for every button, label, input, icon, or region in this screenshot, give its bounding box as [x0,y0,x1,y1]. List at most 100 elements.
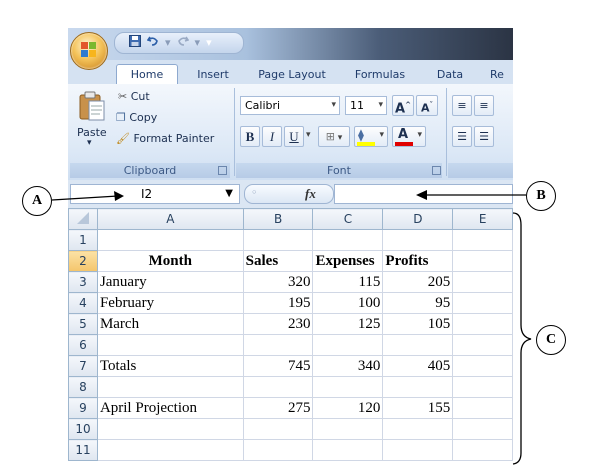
tab-insert[interactable]: Insert [188,65,238,84]
cell[interactable]: 120 [312,397,384,419]
row-header[interactable]: 9 [68,397,98,419]
underline-dropdown-icon[interactable]: ▾ [306,130,311,140]
cell-header[interactable]: Sales [242,250,314,272]
copy-button[interactable]: ❐ Copy [116,111,157,124]
cell[interactable] [312,418,384,440]
cell[interactable] [242,376,314,398]
cell[interactable]: 745 [242,355,314,377]
row-header[interactable]: 4 [68,292,98,314]
cell[interactable] [452,334,513,356]
tab-review[interactable]: Re [490,65,513,84]
row-header[interactable]: 11 [68,439,98,461]
cell[interactable] [452,418,513,440]
cell[interactable]: 105 [382,313,454,335]
tab-page-layout[interactable]: Page Layout [252,65,332,84]
fill-color-button[interactable]: ⧫ ▾ [354,126,388,147]
cell[interactable]: 195 [242,292,314,314]
tab-home[interactable]: Home [116,64,178,84]
grow-font-button[interactable]: A^ [392,95,414,116]
cell[interactable] [242,418,314,440]
undo-icon[interactable] [146,35,159,51]
cell[interactable]: April Projection [96,397,244,419]
cell[interactable] [96,439,244,461]
cell[interactable] [382,376,454,398]
cell[interactable]: March [96,313,244,335]
column-header-a[interactable]: A [96,208,244,230]
cell-header[interactable]: Expenses [312,250,384,272]
align-middle-button[interactable]: ≡ [474,95,494,116]
cell[interactable]: 115 [312,271,384,293]
cell[interactable] [242,334,314,356]
cell[interactable] [382,334,454,356]
cell[interactable] [312,334,384,356]
select-all-corner[interactable] [68,208,98,230]
cell[interactable] [382,439,454,461]
cell[interactable] [96,229,244,251]
column-header-c[interactable]: C [312,208,384,230]
cell[interactable] [452,439,513,461]
customize-qat-icon[interactable]: ▾ [206,36,212,50]
cell[interactable]: 100 [312,292,384,314]
insert-function-icon[interactable]: fx [305,186,316,202]
row-header[interactable]: 1 [68,229,98,251]
underline-button[interactable]: U [284,126,304,147]
cell[interactable] [452,376,513,398]
shrink-font-button[interactable]: Aˇ [416,95,438,116]
cell[interactable] [312,229,384,251]
row-header[interactable]: 5 [68,313,98,335]
font-name-box[interactable]: Calibri ▾ [240,96,340,115]
cell[interactable] [96,376,244,398]
tab-formulas[interactable]: Formulas [348,65,412,84]
name-box[interactable]: I2 ▼ [70,184,240,204]
cell[interactable]: Totals [96,355,244,377]
row-header[interactable]: 7 [68,355,98,377]
cell[interactable] [242,229,314,251]
cell-header[interactable]: Profits [382,250,454,272]
cell[interactable] [96,418,244,440]
cell[interactable] [312,376,384,398]
font-color-dropdown-icon[interactable]: ▾ [417,130,422,140]
fill-color-dropdown-icon[interactable]: ▾ [379,130,384,140]
clipboard-dialog-launcher-icon[interactable] [218,166,227,175]
paste-button[interactable]: Paste ▾ [74,88,110,152]
cell[interactable]: 320 [242,271,314,293]
cell[interactable]: 405 [382,355,454,377]
column-header-b[interactable]: B [242,208,314,230]
font-size-box[interactable]: 11 ▾ [345,96,387,115]
cell[interactable]: 125 [312,313,384,335]
tab-data[interactable]: Data [432,65,468,84]
cell-header[interactable]: Month [96,250,244,272]
cell[interactable] [312,439,384,461]
row-header[interactable]: 3 [68,271,98,293]
bold-button[interactable]: B [240,126,260,147]
cell[interactable] [452,355,513,377]
cell[interactable]: 275 [242,397,314,419]
cell[interactable]: 340 [312,355,384,377]
row-header-selected[interactable]: 2 [68,250,98,272]
formula-input[interactable] [334,184,513,204]
borders-button[interactable]: ⊞ ▾ [318,126,350,147]
align-left-button[interactable]: ☰ [452,126,472,147]
cell[interactable] [452,229,513,251]
column-header-d[interactable]: D [382,208,454,230]
cell[interactable] [242,439,314,461]
undo-dropdown-icon[interactable]: ▾ [165,36,171,50]
align-center-button[interactable]: ☰ [474,126,494,147]
cell[interactable] [452,250,513,272]
cell[interactable]: 230 [242,313,314,335]
format-painter-button[interactable]: 🖌 Format Painter [116,132,214,145]
office-button[interactable] [70,32,108,70]
name-box-dropdown-icon[interactable]: ▼ [225,185,233,203]
font-dialog-launcher-icon[interactable] [432,166,441,175]
align-top-button[interactable]: ≡ [452,95,472,116]
font-size-dropdown-icon[interactable]: ▾ [378,97,383,114]
redo-dropdown-icon[interactable]: ▾ [195,36,201,50]
cell[interactable] [96,334,244,356]
cell[interactable] [382,229,454,251]
cell[interactable]: February [96,292,244,314]
row-header[interactable]: 8 [68,376,98,398]
cell[interactable] [382,418,454,440]
cell[interactable] [452,292,513,314]
row-header[interactable]: 6 [68,334,98,356]
save-icon[interactable] [129,35,141,51]
